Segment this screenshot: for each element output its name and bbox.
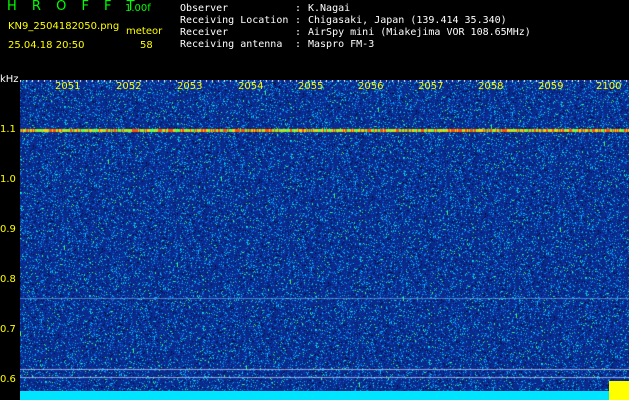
location-label: Receiving Location: [180, 15, 289, 26]
receiver-colon: :: [295, 27, 302, 38]
app-title: H R O F F T: [7, 0, 141, 14]
receiver-label: Receiver: [180, 27, 229, 38]
meteor-count-label: meteor: [126, 26, 163, 37]
date-time: 25.04.18 20:50: [8, 40, 85, 51]
x-tick-label: 2058: [478, 81, 504, 92]
y-tick-label: 1.1: [0, 124, 16, 135]
x-tick-label: 2055: [298, 81, 324, 92]
observer-colon: :: [295, 3, 302, 14]
y-tick-label: 0.7: [0, 324, 16, 335]
x-tick-label: 2051: [55, 81, 81, 92]
x-tick-label: 2100: [596, 81, 622, 92]
x-tick-label: 2056: [358, 81, 384, 92]
signal-level-peak: [609, 381, 629, 400]
y-tick-label: 0.9: [0, 224, 16, 235]
file-name: KN9_2504182050.png: [8, 21, 120, 32]
meteor-count-value: 58: [140, 40, 153, 51]
antenna-colon: :: [295, 39, 302, 50]
y-tick-label: 0.8: [0, 274, 16, 285]
observer-label: Observer: [180, 3, 229, 14]
y-tick-label: 1.0: [0, 174, 16, 185]
observer-value: K.Nagai: [308, 3, 351, 14]
receiver-value: AirSpy mini (Miakejima VOR 108.65MHz): [308, 27, 531, 38]
y-tick-label: 0.6: [0, 374, 16, 385]
y-axis-unit: kHz: [0, 74, 19, 85]
location-value: Chigasaki, Japan (139.414 35.340): [308, 15, 507, 26]
x-tick-label: 2057: [418, 81, 444, 92]
x-tick-label: 2052: [116, 81, 142, 92]
x-tick-label: 2054: [238, 81, 264, 92]
antenna-value: Maspro FM-3: [308, 39, 375, 50]
location-colon: :: [295, 15, 302, 26]
spectrogram: [20, 80, 629, 400]
x-tick-label: 2059: [538, 81, 564, 92]
antenna-label: Receiving antenna: [180, 39, 283, 50]
signal-level-bar: [20, 391, 609, 400]
app-version: 1.00f: [125, 3, 151, 14]
x-tick-label: 2053: [177, 81, 203, 92]
